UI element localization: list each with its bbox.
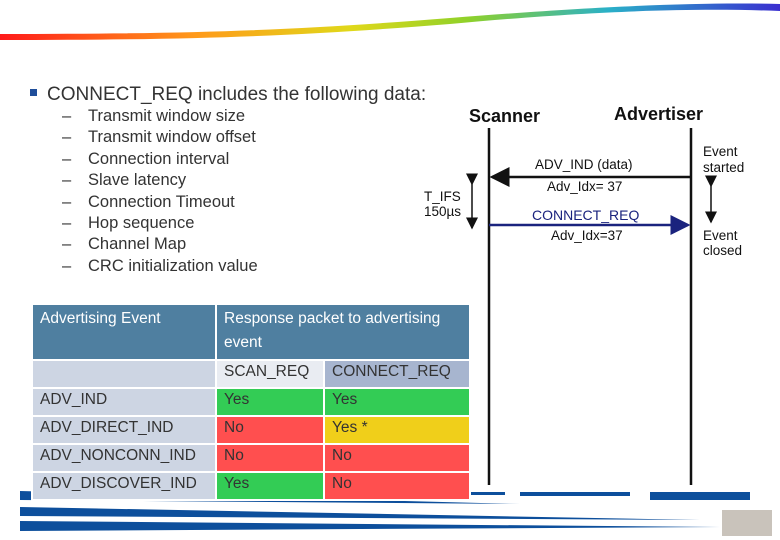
connect-req-idx: Adv_Idx=37 [551, 228, 623, 243]
row-scan-req: Yes [215, 471, 325, 501]
row-connect-req: No [323, 443, 471, 473]
footer-photo [722, 510, 772, 536]
tifs-value: 150µs [424, 204, 462, 219]
table-row: ADV_DISCOVER_IND Yes No [31, 471, 471, 501]
row-event: ADV_DIRECT_IND [31, 415, 217, 445]
row-scan-req: Yes [215, 387, 325, 417]
subheader-connect-req: CONNECT_REQ [323, 359, 471, 389]
table-row: ADV_IND Yes Yes [31, 387, 471, 417]
connect-req-label: CONNECT_REQ [532, 207, 640, 223]
subheader-empty [31, 359, 217, 389]
row-event: ADV_DISCOVER_IND [31, 471, 217, 501]
subheader-scan-req: SCAN_REQ [215, 359, 325, 389]
row-scan-req: No [215, 443, 325, 473]
event-closed-line1: Event [703, 228, 738, 243]
row-event: ADV_IND [31, 387, 217, 417]
adv-ind-idx: Adv_Idx= 37 [547, 179, 623, 194]
adv-ind-label: ADV_IND (data) [535, 157, 633, 172]
row-connect-req: Yes * [323, 415, 471, 445]
header-advertising-event: Advertising Event [31, 303, 217, 361]
event-started-line2: started [703, 160, 745, 175]
advertising-response-table: Advertising Event Response packet to adv… [31, 303, 471, 501]
header-response-packet: Response packet to advertising event [215, 303, 471, 361]
table-header-row: Advertising Event Response packet to adv… [31, 303, 471, 361]
scanner-label: Scanner [469, 106, 541, 126]
row-event: ADV_NONCONN_IND [31, 443, 217, 473]
table-row: ADV_DIRECT_IND No Yes * [31, 415, 471, 445]
row-scan-req: No [215, 415, 325, 445]
table-subheader-row: SCAN_REQ CONNECT_REQ [31, 359, 471, 389]
event-closed-line2: closed [703, 243, 743, 258]
tifs-label: T_IFS [424, 189, 461, 204]
advertiser-label: Advertiser [614, 104, 704, 124]
row-connect-req: Yes [323, 387, 471, 417]
page-number: 24 [700, 518, 709, 527]
row-connect-req: No [323, 471, 471, 501]
event-started-line1: Event [703, 144, 738, 159]
table-row: ADV_NONCONN_IND No No [31, 443, 471, 473]
